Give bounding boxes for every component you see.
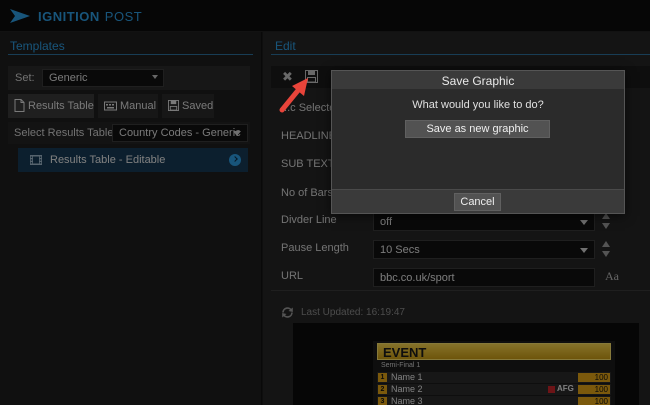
cancel-button[interactable]: Cancel [454,193,501,211]
dialog-header: Save Graphic [332,71,624,89]
save-graphic-dialog: Save Graphic What would you like to do? … [331,70,625,214]
save-as-new-graphic-button[interactable]: Save as new graphic [405,120,550,138]
dialog-title: Save Graphic [441,74,515,88]
dialog-footer: Cancel [332,189,624,213]
dialog-question: What would you like to do? [412,99,544,111]
annotation-arrow-icon [279,78,308,113]
